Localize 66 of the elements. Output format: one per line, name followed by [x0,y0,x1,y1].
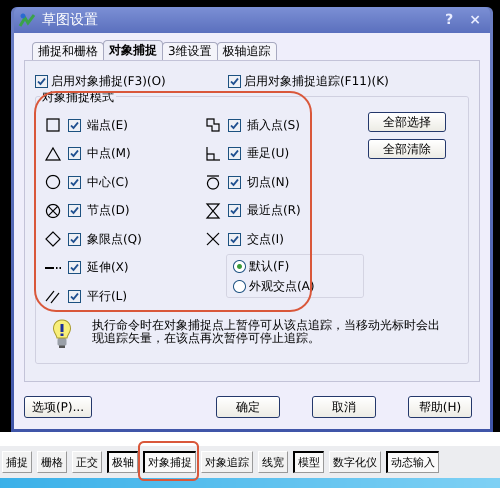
insertion-icon [204,116,222,134]
checkbox-label: 平行(L) [87,288,128,305]
checkbox[interactable] [68,118,81,132]
status-toggle[interactable]: 对象追踪 [201,451,253,473]
checkbox-label: 启用对象捕捉(F3)(O) [51,73,166,90]
tab[interactable]: 对象捕捉 [103,40,163,60]
checkbox-label: 中心(C) [87,174,129,191]
app-logo-icon [18,12,36,28]
checkbox[interactable] [68,261,81,274]
checkbox[interactable] [228,147,241,160]
hint-text: 执行命令时在对象捕捉点上暂停可从该点追踪，当移动光标时会出现追踪矢量，在该点再次暂停可停止追踪。 [92,318,441,344]
center-icon [44,173,62,192]
checkbox-label: 插入点(S) [247,116,300,134]
status-toggle[interactable]: 对象捕捉 [143,451,196,473]
ok-button[interactable]: 确定 [216,396,280,418]
checkbox[interactable] [35,75,48,88]
endpoint-icon [44,116,62,134]
clear-all-button[interactable]: 全部清除 [368,139,446,159]
checkbox[interactable] [228,176,241,189]
status-toggle[interactable]: 线宽 [258,451,288,473]
tab[interactable]: 捕捉和栅格 [32,42,104,60]
midpoint-icon [44,144,62,163]
checkbox[interactable] [68,176,81,189]
lightbulb-icon [52,318,72,348]
radio-label: 默认(F) [249,258,290,274]
status-toggle[interactable]: 数字化仪 [329,451,381,473]
status-toggle[interactable]: 捕捉 [2,451,32,473]
checkbox[interactable] [68,147,81,160]
tab[interactable]: 极轴追踪 [216,42,277,60]
status-toggle[interactable]: 模型 [293,451,324,473]
checkbox-label: 象限点(Q) [87,230,142,248]
extension-icon [44,266,62,270]
checkbox-label: 启用对象捕捉追踪(F11)(K) [244,73,389,90]
status-toggle[interactable]: 正交 [72,451,102,473]
checkbox-label: 切点(N) [247,174,290,191]
checkbox-label: 节点(D) [87,202,130,220]
status-toggle[interactable]: 极轴 [107,451,138,473]
checkbox[interactable] [68,290,81,303]
radio-button[interactable] [233,260,246,272]
checkbox-label: 中点(M) [87,145,131,162]
checkbox[interactable] [68,232,81,246]
checkbox[interactable] [68,204,81,218]
perpendicular-icon [204,144,222,163]
window-title: 草图设置 [42,11,98,29]
highlight-outline [138,441,199,481]
checkbox-label: 延伸(X) [87,259,129,276]
checkbox[interactable] [228,75,241,88]
options-button[interactable]: 选项(P)... [24,396,92,418]
status-toggle[interactable]: 动态输入 [386,451,439,473]
node-icon [44,202,62,220]
cancel-button[interactable]: 取消 [312,396,376,418]
nearest-icon [204,202,222,220]
help-button[interactable]: 帮助(H) [408,396,472,418]
checkbox-label: 端点(E) [87,116,128,134]
checkbox-label: 交点(I) [247,230,284,248]
select-all-button[interactable]: 全部选择 [368,112,446,132]
quadrant-icon [44,230,62,248]
checkbox[interactable] [228,232,241,246]
checkbox[interactable] [228,118,241,132]
tab[interactable]: 3维设置 [162,42,218,60]
checkbox[interactable] [228,204,241,218]
tangent-icon [204,173,222,192]
checkbox-label: 垂足(U) [247,145,290,162]
radio-button[interactable] [233,280,246,292]
checkbox-label: 最近点(R) [247,202,301,220]
status-toggle[interactable]: 栅格 [37,451,67,473]
